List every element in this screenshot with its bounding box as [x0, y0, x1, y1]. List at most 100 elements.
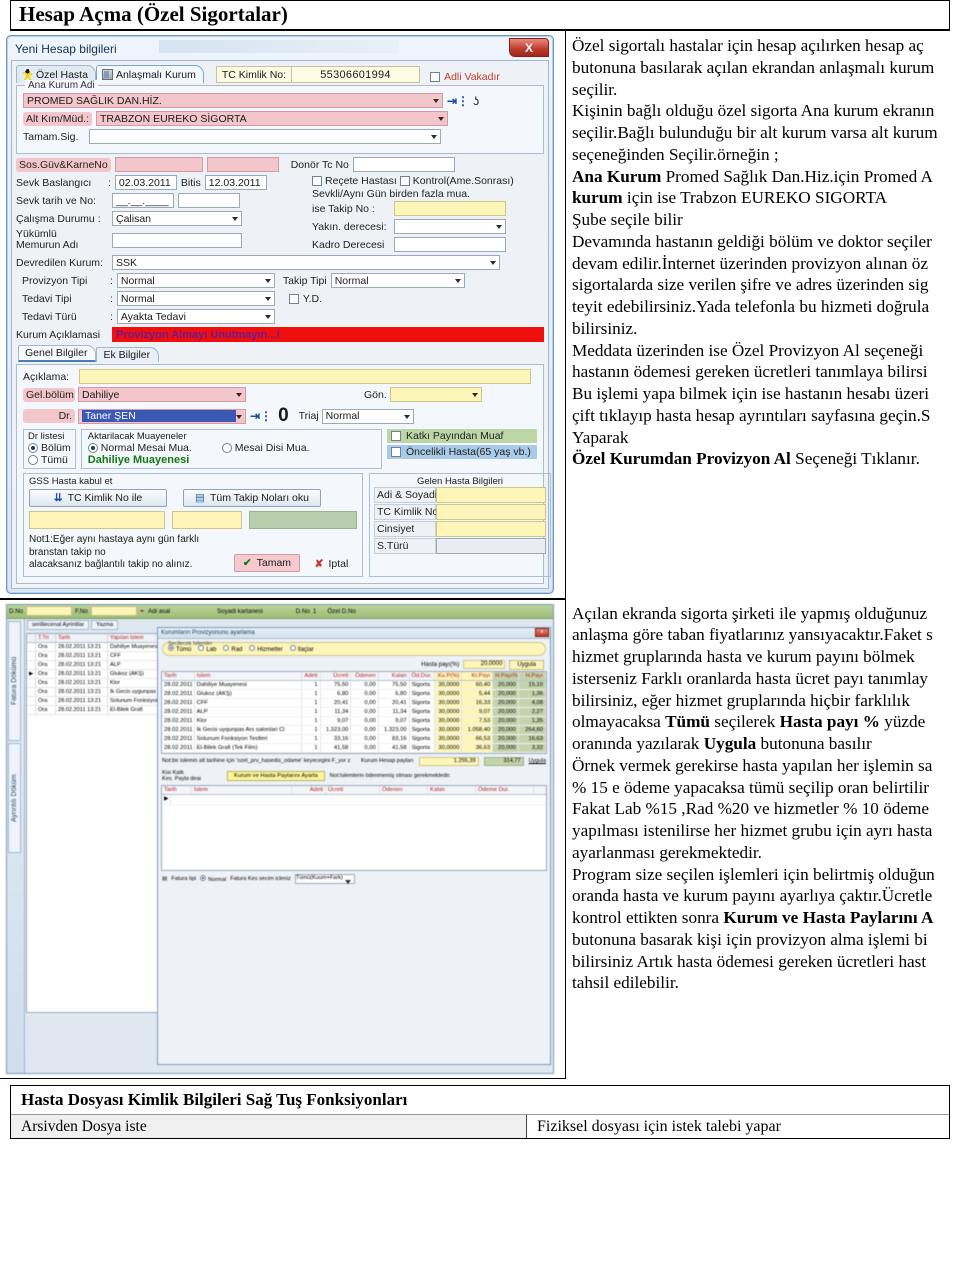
- tedavi-tipi-select[interactable]: Normal: [116, 291, 275, 307]
- opt-ilaclar[interactable]: Ilaçlar: [289, 644, 314, 653]
- left-grid-row[interactable]: Ora 28.02.2011 13:21 Dahiliye Muayenesi: [27, 642, 175, 652]
- close-icon[interactable]: X: [509, 38, 549, 58]
- left-grid-row[interactable]: Ora 28.02.2011 13:21 Ik Gecis uygunpas: [27, 687, 175, 697]
- takip-tipi-select[interactable]: Normal: [330, 273, 465, 289]
- opt-hizmetler[interactable]: Hizmetler: [249, 644, 283, 653]
- table-row[interactable]: 28.02.2011 Dahiliye Muayenesi 1 75,50 0,00 75…: [162, 680, 547, 690]
- radio-hizmetler-icon[interactable]: [249, 644, 256, 651]
- kadro-derecesi-input[interactable]: [394, 237, 506, 253]
- dr-listesi-option-bolum[interactable]: Bölüm: [28, 442, 71, 454]
- tab-anlasmali-kurum[interactable]: Anlaşmalı Kurum: [95, 65, 204, 84]
- bottom-table[interactable]: Tarih Islem Adeti Ücreti Ödenen Kalan Öd…: [161, 784, 547, 871]
- left-grid-row[interactable]: Ora 28.02.2011 13:21 Klor: [27, 678, 175, 688]
- fatura-kes-select[interactable]: Tümü(Kuum+Fark): [294, 873, 355, 884]
- radio-normal-icon[interactable]: [200, 874, 207, 881]
- tedavi-turu-select[interactable]: Ayakta Tedavi: [116, 309, 275, 325]
- radio-ilaclar-icon[interactable]: [289, 644, 296, 651]
- radio-tumu-icon[interactable]: [168, 644, 174, 651]
- provizyon-table[interactable]: Tarih Islem Adeti Ücreti Ödenen Kalan Öd…: [161, 670, 547, 754]
- radio-rad-icon[interactable]: [223, 644, 230, 651]
- radio-mesai-disi[interactable]: [221, 443, 232, 454]
- left-grid-row[interactable]: Ora 28.02.2011 13:21 CFF: [27, 651, 175, 661]
- alt-kurum-select[interactable]: TRABZON EUREKO SİGORTA: [96, 111, 449, 127]
- inner-close-icon[interactable]: x: [535, 627, 549, 637]
- sos-guv-input-2[interactable]: [206, 157, 279, 173]
- bitis-input[interactable]: 12.03.2011: [204, 175, 267, 191]
- tc-kimlik-input[interactable]: 55306601994: [292, 66, 421, 84]
- left-procedure-grid[interactable]: T.Tri Tarih Yapılan Islem Ora 28.02.2011 …: [26, 632, 176, 1013]
- tamam-button[interactable]: ✔ Tamam: [233, 553, 300, 572]
- table-row[interactable]: 28.02.2011 Solunum Fonksiyon Testleri 1 33,…: [162, 734, 547, 744]
- bottom-table-empty-row[interactable]: ▶: [162, 794, 546, 805]
- topbar-input-fno[interactable]: [90, 606, 137, 617]
- table-row[interactable]: 28.02.2011 Glukoz (AKŞ) 1 6,80 0,00 6,80 Sigor…: [162, 689, 547, 699]
- kurum-uygula-button[interactable]: Uygula: [529, 758, 546, 764]
- add-record-icon[interactable]: ⇥⋮: [447, 94, 469, 108]
- tab-genel-bilgiler[interactable]: Genel Bilgiler: [18, 345, 97, 363]
- kurum-ve-hasta-paylarini-ayarla-button[interactable]: Kurum ve Hasta Paylarını Ayarla: [227, 770, 325, 781]
- gss-input-3[interactable]: [249, 511, 357, 530]
- provizyon-tipi-select[interactable]: Normal: [116, 273, 275, 289]
- ise-takip-input[interactable]: [394, 201, 506, 217]
- sevk-no-input[interactable]: [178, 193, 240, 209]
- table-row[interactable]: 28.02.2011 Klor 1 9,07 0,00 9,07 Sigorta 30,000…: [162, 716, 547, 726]
- gelen-field-input[interactable]: [436, 504, 546, 521]
- oncelikli-hasta-row[interactable]: Öncelikli Hasta(65 yaş vb.): [387, 445, 537, 460]
- triaj-select[interactable]: Normal: [321, 408, 414, 424]
- vtab-ayrintili-dokum[interactable]: Ayrıntılı Döküm: [8, 742, 21, 853]
- hasta-payi-input[interactable]: 20,0000: [463, 660, 506, 670]
- yakin-derecesi-select[interactable]: [394, 219, 506, 235]
- gss-input-1[interactable]: [29, 511, 165, 530]
- tab-ek-bilgiler[interactable]: Ek Bilgiler: [96, 347, 160, 363]
- printer-icon[interactable]: ▤: [162, 876, 167, 882]
- radio-normal-mesai[interactable]: [87, 443, 98, 454]
- fatura-normal-option[interactable]: Normal: [200, 874, 226, 883]
- add-doctor-icon[interactable]: ⇥⋮: [250, 409, 272, 423]
- sevk-baslangici-input[interactable]: 02.03.2011: [114, 175, 177, 191]
- table-row[interactable]: 28.02.2011 CFF 1 20,41 0,00 20,41 Sigorta 30,00…: [162, 698, 547, 708]
- sos-guv-input-1[interactable]: [114, 157, 203, 173]
- opt-rad[interactable]: Rad: [223, 644, 242, 653]
- radio-tumu[interactable]: [28, 455, 38, 466]
- topbar-input-dno[interactable]: [26, 606, 73, 617]
- gon-select[interactable]: [389, 387, 482, 403]
- yd-checkbox[interactable]: [288, 293, 299, 304]
- donor-tc-input[interactable]: [352, 157, 455, 173]
- recete-hastasi-checkbox[interactable]: [312, 176, 322, 187]
- radio-lab-icon[interactable]: [198, 644, 205, 651]
- katki-payindan-muaf-checkbox[interactable]: [391, 431, 401, 442]
- left-grid-row[interactable]: Ora 28.02.2011 13:21 Solunum Fonksiyon: [27, 696, 175, 706]
- devredilen-kurum-select[interactable]: SSK: [112, 255, 500, 271]
- vtab-fatura-dokumu[interactable]: Fatura Dökümü: [8, 620, 21, 741]
- dr-select-wrap[interactable]: Taner ŞEN: [78, 408, 246, 424]
- ana-kurum-select[interactable]: PROMED SAĞLIK DAN.HİZ.: [23, 93, 443, 109]
- uygula-button[interactable]: Uygula: [509, 659, 544, 670]
- table-row[interactable]: 28.02.2011 Ik Gecis uyqunpas Ars salonlar…: [162, 725, 547, 735]
- info-icon[interactable]: ʖ: [473, 94, 479, 108]
- option-mesai-disi[interactable]: Mesai Disi Mua.: [221, 442, 309, 454]
- gelen-field-input[interactable]: [436, 487, 546, 504]
- aciklama-input[interactable]: [79, 369, 531, 385]
- pin-icon[interactable]: ✒: [140, 608, 145, 615]
- adli-vaka-checkbox-group[interactable]: Adli Vakadır: [430, 71, 500, 83]
- kontrol-checkbox[interactable]: [399, 176, 410, 187]
- dr-listesi-option-tumu[interactable]: Tümü: [28, 454, 71, 466]
- gel-bolum-select[interactable]: Dahiliye: [78, 387, 246, 403]
- left-grid-row[interactable]: Ora 28.02.2011 13:21 ALP: [27, 660, 175, 670]
- left-grid-row[interactable]: ▶ Ora 28.02.2011 13:21 Glukoz (AKŞ): [27, 669, 175, 679]
- iptal-button[interactable]: ✘ Iptal: [306, 556, 357, 572]
- left-tab-serilecenal[interactable]: serilliecenal Ayrintilar: [27, 619, 90, 630]
- oncelikli-hasta-checkbox[interactable]: [391, 447, 401, 458]
- calisma-durumu-select[interactable]: Çalisan: [112, 211, 242, 227]
- adli-vaka-checkbox[interactable]: [430, 72, 441, 83]
- katki-payindan-muaf-row[interactable]: Katkı Payından Muaf: [387, 429, 537, 444]
- yukumlu-input[interactable]: [112, 232, 242, 248]
- tc-kimlik-no-ile-button[interactable]: ⇊ TC Kimlik No ile: [29, 489, 167, 508]
- tamam-sig-select[interactable]: [89, 129, 441, 145]
- gelen-field-input[interactable]: [436, 538, 546, 555]
- gelen-field-input[interactable]: [436, 521, 546, 538]
- table-row[interactable]: 28.02.2011 El-Bilek Grafi (Tek Film) 1 41,5…: [162, 743, 547, 753]
- left-tab-yazma[interactable]: Yazma: [91, 619, 119, 630]
- table-row[interactable]: 28.02.2011 ALP 1 11,34 0,00 11,34 Sigorta 30,00…: [162, 707, 547, 717]
- sevk-tarih-input[interactable]: __.__.____: [112, 193, 174, 209]
